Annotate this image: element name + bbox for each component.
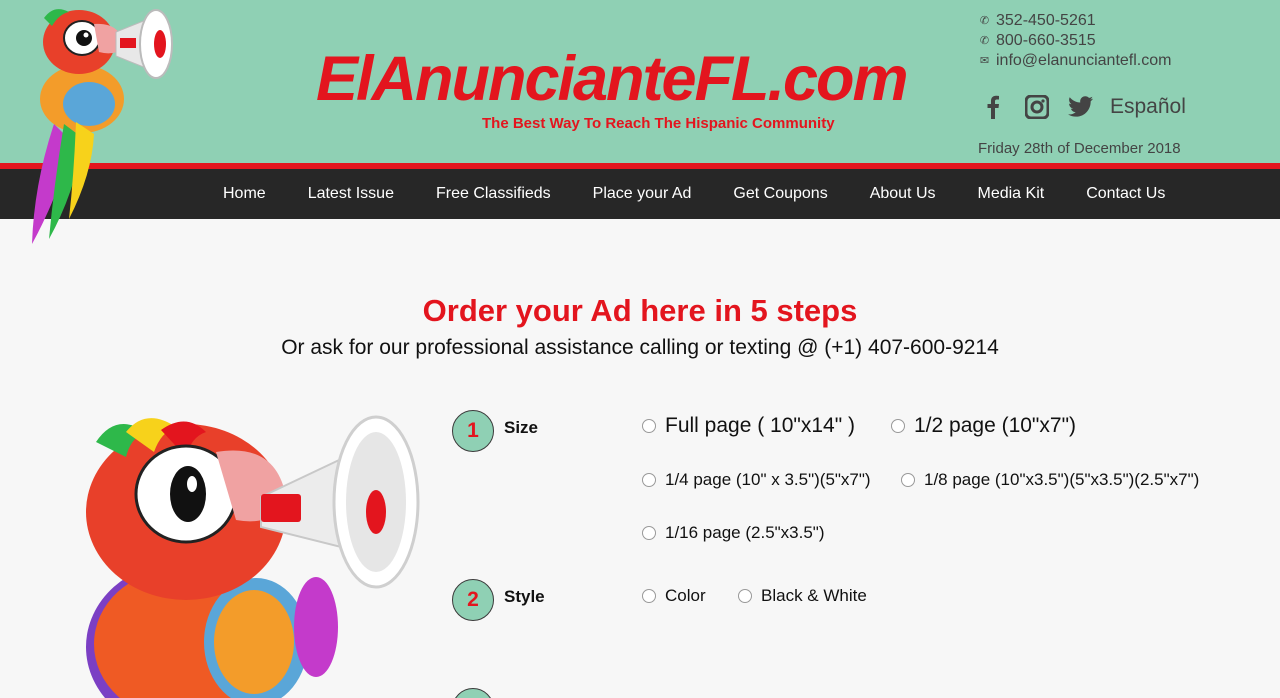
size-option-quarter-page[interactable]: 1/4 page (10" x 3.5")(5"x7") [642,470,871,490]
nav-item-about-us[interactable]: About Us [849,185,957,203]
nav-item-latest-issue[interactable]: Latest Issue [287,185,415,203]
size-option-half-page[interactable]: 1/2 page (10"x7") [891,414,1076,438]
facebook-icon[interactable] [980,94,1006,120]
size-option-full-page[interactable]: Full page ( 10"x14" ) [642,414,855,438]
main-nav: Home Latest Issue Free Classifieds Place… [0,169,1280,219]
phone-number-2: 800-660-3515 [996,32,1096,49]
page-title: Order your Ad here in 5 steps [422,293,858,328]
instagram-icon[interactable] [1024,94,1050,120]
radio-button[interactable] [642,526,656,540]
size-option-sixteenth-page[interactable]: 1/16 page (2.5"x3.5") [642,523,825,543]
nav-item-get-coupons[interactable]: Get Coupons [712,185,848,203]
radio-button[interactable] [642,419,656,433]
current-date: Friday 28th of December 2018 [978,140,1181,157]
nav-item-contact-us[interactable]: Contact Us [1065,185,1186,203]
style-option-black-white[interactable]: Black & White [738,586,867,606]
step-2-label: Style [504,587,545,606]
radio-button[interactable] [738,589,752,603]
option-label: Black & White [761,586,867,605]
option-label: 1/16 page (2.5"x3.5") [665,523,825,542]
step-1-label: Size [504,418,539,437]
site-logo[interactable]: ElAnuncianteFL.com [316,44,909,114]
parrot-mascot-small-icon[interactable] [24,4,174,248]
size-option-eighth-page[interactable]: 1/8 page (10"x3.5")(5"x3.5")(2.5"x7") [901,470,1199,490]
option-label: Color [665,586,706,605]
nav-item-free-classifieds[interactable]: Free Classifieds [415,185,572,203]
step-2-badge: 2 [452,579,494,621]
option-label: Full page ( 10"x14" ) [665,414,856,437]
radio-button[interactable] [891,419,905,433]
contact-info: ✆ 352-450-5261 ✆ 800-660-3515 ✉ info@ela… [979,11,1172,71]
radio-button[interactable] [642,473,656,487]
parrot-mascot-large-icon [86,415,420,698]
nav-item-home[interactable]: Home [202,185,287,203]
nav-items: Home Latest Issue Free Classifieds Place… [202,169,1186,219]
envelope-icon: ✉ [979,55,990,67]
style-option-color[interactable]: Color [642,586,706,606]
step-3-badge [452,688,494,698]
email-row[interactable]: ✉ info@elanunciantefl.com [979,51,1172,71]
phone-row-1[interactable]: ✆ 352-450-5261 [979,11,1171,31]
step-1-badge: 1 [452,410,494,452]
radio-button[interactable] [901,473,915,487]
nav-item-media-kit[interactable]: Media Kit [957,185,1066,203]
site-tagline: The Best Way To Reach The Hispanic Commu… [482,115,835,132]
language-switch-link[interactable]: Español [1110,95,1186,119]
radio-button[interactable] [642,589,656,603]
phone-icon: ✆ [979,15,990,27]
phone-number-1: 352-450-5261 [996,12,1096,29]
email-address: info@elanunciantefl.com [996,52,1172,69]
option-label: 1/2 page (10"x7") [914,414,1077,437]
option-label: 1/8 page (10"x3.5")(5"x3.5")(2.5"x7") [924,470,1200,489]
twitter-icon[interactable] [1068,94,1094,120]
phone-icon: ✆ [979,35,990,47]
phone-row-2[interactable]: ✆ 800-660-3515 [979,31,1171,51]
social-links: Español [980,94,1186,120]
option-label: 1/4 page (10" x 3.5")(5"x7") [665,470,871,489]
page-subtitle: Or ask for our professional assistance c… [281,336,999,359]
nav-item-place-your-ad[interactable]: Place your Ad [572,185,713,203]
